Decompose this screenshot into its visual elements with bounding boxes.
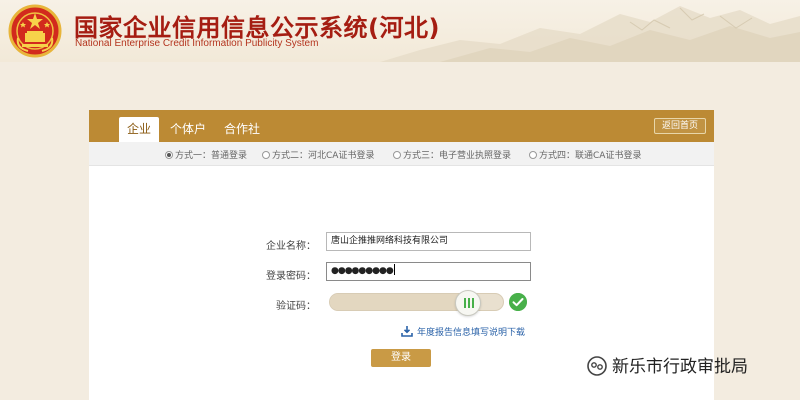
radio-icon[interactable] (262, 151, 270, 159)
site-header: 国家企业信用信息公示系统(河北) National Enterprise Cre… (0, 0, 800, 62)
tab-enterprise[interactable]: 企业 (119, 117, 159, 142)
radio-icon[interactable] (393, 151, 401, 159)
download-icon (401, 326, 413, 337)
watermark-text: 新乐市行政审批局 (612, 357, 748, 377)
login-method-4[interactable]: 方式四：联通CA证书登录 (529, 148, 641, 161)
company-name-input[interactable]: 唐山企推推网络科技有限公司 (326, 232, 531, 251)
mountains-decoration (380, 6, 800, 62)
login-method-2[interactable]: 方式二：河北CA证书登录 (262, 148, 374, 161)
tab-cooperative[interactable]: 合作社 (219, 117, 265, 142)
company-name-label: 企业名称： (266, 241, 316, 252)
drag-handle-icon (464, 298, 474, 308)
text-caret (393, 264, 395, 275)
captcha-slider-handle[interactable] (455, 290, 481, 316)
login-method-label: 方式三：电子营业执照登录 (403, 151, 512, 161)
return-home-button[interactable]: 返回首页 (654, 118, 706, 134)
wechat-watermark: 新乐市行政审批局 (586, 352, 748, 377)
radio-icon[interactable] (529, 151, 537, 159)
wechat-official-account-icon (587, 356, 607, 376)
verified-check-icon (509, 293, 527, 311)
national-emblem-icon (8, 4, 62, 58)
login-method-label: 方式二：河北CA证书登录 (272, 151, 375, 161)
tab-bar: 企业 个体户 合作社 返回首页 (89, 110, 714, 142)
download-link-label: 年度报告信息填写说明下载 (417, 328, 526, 338)
login-method-label: 方式一：普通登录 (175, 151, 248, 161)
password-label: 登录密码： (266, 271, 316, 282)
login-method-label: 方式四：联通CA证书登录 (539, 151, 642, 161)
site-subtitle: National Enterprise Credit Information P… (75, 38, 319, 49)
login-method-3[interactable]: 方式三：电子营业执照登录 (393, 148, 511, 161)
tab-individual-business[interactable]: 个体户 (165, 117, 211, 142)
radio-selected-icon[interactable] (165, 151, 173, 159)
password-input[interactable]: ●●●●●●●●● (326, 262, 531, 281)
login-method-bar: 方式一：普通登录 方式二：河北CA证书登录 方式三：电子营业执照登录 方式四：联… (89, 142, 714, 166)
captcha-slider-track[interactable] (329, 290, 504, 316)
login-button[interactable]: 登录 (371, 349, 431, 367)
captcha-slider-fill (330, 294, 468, 310)
annual-report-guide-download-link[interactable]: 年度报告信息填写说明下载 (401, 325, 525, 338)
captcha-label: 验证码： (276, 301, 316, 312)
login-method-1[interactable]: 方式一：普通登录 (165, 148, 247, 161)
password-value: ●●●●●●●●● (331, 266, 394, 276)
